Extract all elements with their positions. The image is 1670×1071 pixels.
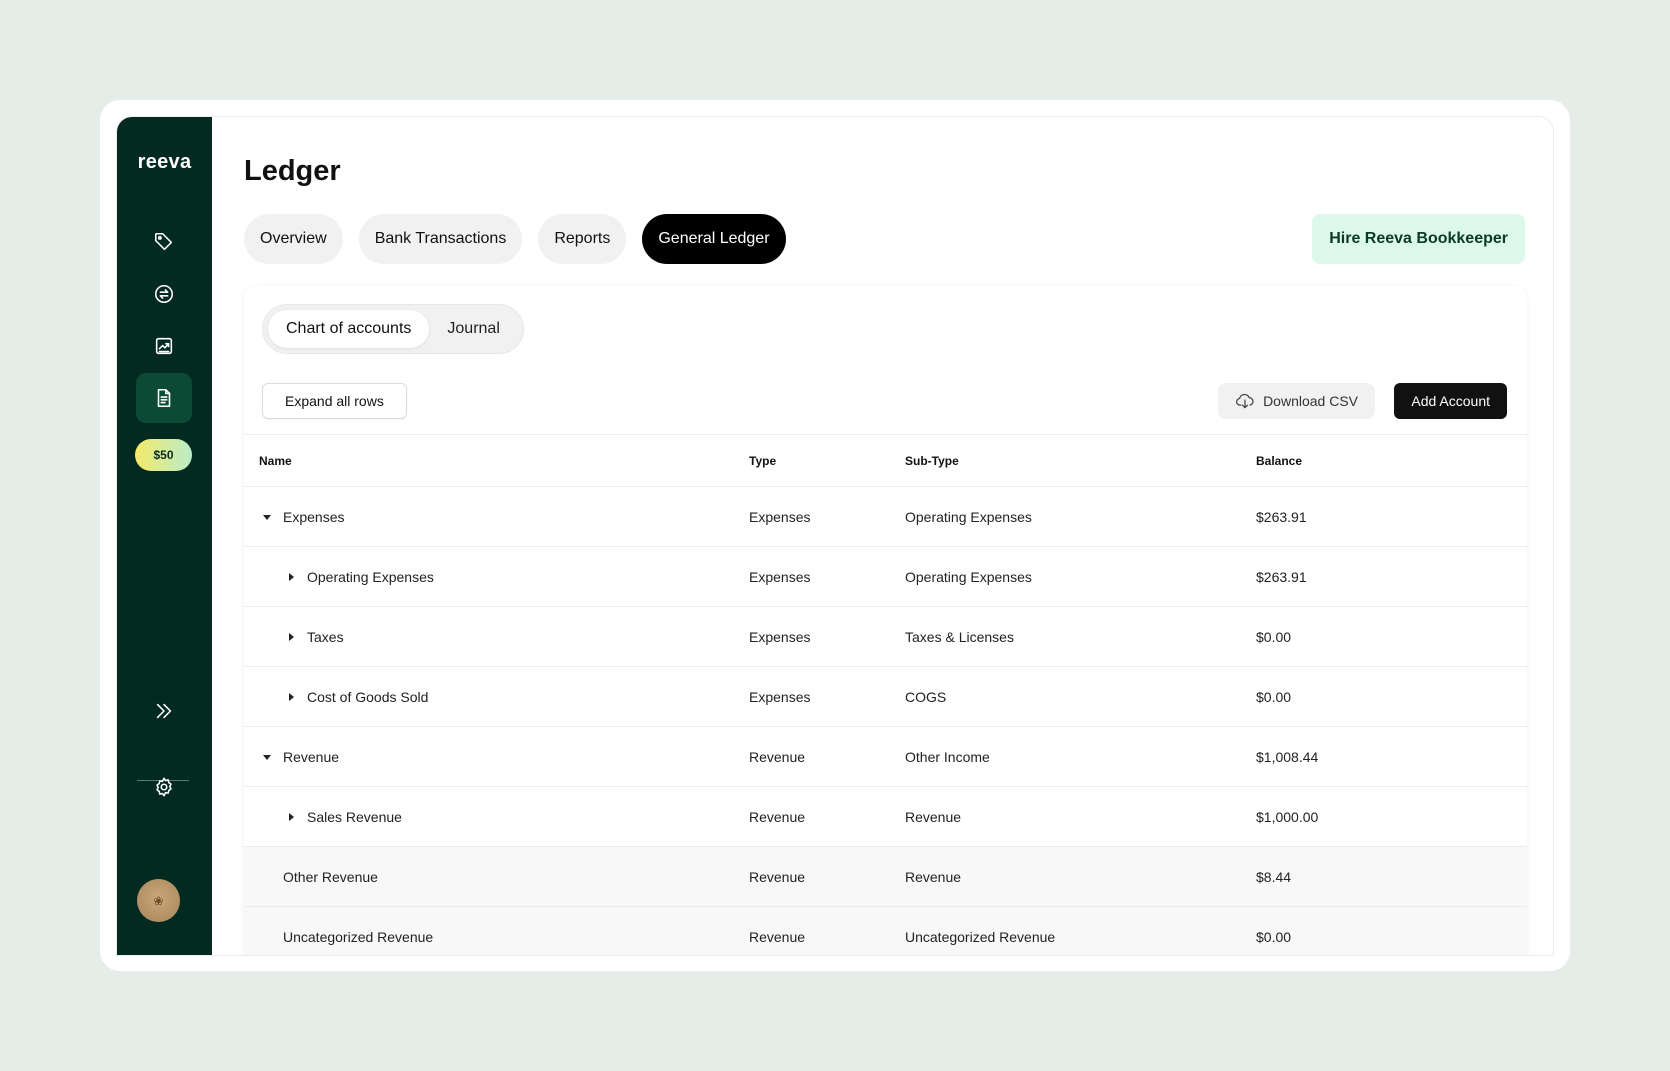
avatar-seal-icon: ❀ <box>153 893 164 908</box>
table-row[interactable]: Taxes Expenses Taxes & Licenses $0.00 <box>244 606 1527 666</box>
account-subtype: Operating Expenses <box>905 568 1032 585</box>
settings-button[interactable] <box>136 762 192 812</box>
header-subtype[interactable]: Sub-Type <box>905 454 1256 468</box>
expand-sidebar-button[interactable] <box>136 686 192 736</box>
account-name: Operating Expenses <box>307 568 434 585</box>
sidebar: reeva $50 ❀ <box>117 117 212 955</box>
add-account-button[interactable]: Add Account <box>1394 383 1507 419</box>
account-name: Cost of Goods Sold <box>307 688 429 705</box>
table-row[interactable]: Sales Revenue Revenue Revenue $1,000.00 <box>244 786 1527 846</box>
table-row[interactable]: Uncategorized Revenue Revenue Uncategori… <box>244 906 1527 955</box>
app-container: reeva $50 ❀ Ledger Overview Bank Transac… <box>116 116 1554 956</box>
account-subtype: Uncategorized Revenue <box>905 928 1056 945</box>
nav-tags[interactable] <box>136 217 192 267</box>
account-subtype: Revenue <box>905 868 962 885</box>
caret-down-icon[interactable] <box>259 509 275 525</box>
caret-right-icon[interactable] <box>283 569 299 585</box>
table-row[interactable]: Expenses Expenses Operating Expenses $26… <box>244 486 1527 546</box>
tab-general-ledger[interactable]: General Ledger <box>642 214 786 264</box>
double-chevron-right-icon <box>156 703 172 719</box>
account-type: Expenses <box>749 568 811 585</box>
table-row[interactable]: Cost of Goods Sold Expenses COGS $0.00 <box>244 666 1527 726</box>
account-name: Sales Revenue <box>307 808 402 825</box>
main-content: Ledger Overview Bank Transactions Report… <box>212 117 1553 955</box>
nav-transactions[interactable] <box>136 269 192 319</box>
header-type[interactable]: Type <box>749 454 905 468</box>
tab-bank-transactions[interactable]: Bank Transactions <box>358 214 523 264</box>
logo: reeva <box>137 151 192 173</box>
account-type: Expenses <box>749 508 811 525</box>
account-balance: $0.00 <box>1256 928 1292 945</box>
header-name[interactable]: Name <box>244 454 749 468</box>
download-csv-label: Download CSV <box>1263 393 1358 409</box>
page-title: Ledger <box>244 155 341 187</box>
accounts-table: Name Type Sub-Type Balance Expenses Expe… <box>244 434 1527 955</box>
nav-reports[interactable] <box>136 321 192 371</box>
ledger-card: Chart of accounts Journal Expand all row… <box>244 286 1527 955</box>
account-subtype: COGS <box>905 688 947 705</box>
avatar[interactable]: ❀ <box>137 879 180 922</box>
account-name: Other Revenue <box>283 868 378 885</box>
download-csv-button[interactable]: Download CSV <box>1218 383 1375 419</box>
account-balance: $0.00 <box>1256 628 1292 645</box>
tab-bar: Overview Bank Transactions Reports Gener… <box>244 214 786 264</box>
account-type: Revenue <box>749 748 806 765</box>
account-type: Revenue <box>749 928 806 945</box>
account-type: Expenses <box>749 688 811 705</box>
account-balance: $1,000.00 <box>1256 808 1319 825</box>
account-subtype: Operating Expenses <box>905 508 1032 525</box>
table-row[interactable]: Other Revenue Revenue Revenue $8.44 <box>244 846 1527 906</box>
account-subtype: Taxes & Licenses <box>905 628 1014 645</box>
account-type: Revenue <box>749 868 806 885</box>
nav-ledger[interactable] <box>136 373 192 423</box>
cloud-download-icon <box>1236 393 1254 409</box>
refresh-icon <box>154 284 174 304</box>
account-name: Revenue <box>283 748 340 765</box>
header-balance[interactable]: Balance <box>1256 454 1456 468</box>
account-subtype: Revenue <box>905 808 962 825</box>
subtab-bar: Chart of accounts Journal <box>262 304 524 354</box>
chart-icon <box>155 337 173 355</box>
account-balance: $8.44 <box>1256 868 1292 885</box>
account-balance: $0.00 <box>1256 688 1292 705</box>
tab-reports[interactable]: Reports <box>538 214 627 264</box>
account-type: Revenue <box>749 808 806 825</box>
account-balance: $263.91 <box>1256 568 1307 585</box>
subtab-chart-of-accounts[interactable]: Chart of accounts <box>268 310 430 348</box>
account-subtype: Other Income <box>905 748 990 765</box>
caret-down-icon[interactable] <box>259 749 275 765</box>
caret-right-icon[interactable] <box>283 689 299 705</box>
account-name: Taxes <box>307 628 344 645</box>
tab-overview[interactable]: Overview <box>244 214 343 264</box>
subtab-journal[interactable]: Journal <box>429 310 517 348</box>
credit-badge[interactable]: $50 <box>135 439 192 471</box>
table-row[interactable]: Revenue Revenue Other Income $1,008.44 <box>244 726 1527 786</box>
account-name: Expenses <box>283 508 345 525</box>
caret-right-icon[interactable] <box>283 809 299 825</box>
table-header: Name Type Sub-Type Balance <box>244 434 1527 486</box>
table-row[interactable]: Operating Expenses Expenses Operating Ex… <box>244 546 1527 606</box>
document-icon <box>157 388 171 408</box>
gear-icon <box>156 777 172 797</box>
hire-bookkeeper-button[interactable]: Hire Reeva Bookkeeper <box>1312 214 1525 264</box>
account-type: Expenses <box>749 628 811 645</box>
account-balance: $1,008.44 <box>1256 748 1319 765</box>
tag-icon <box>154 232 173 251</box>
caret-right-icon[interactable] <box>283 629 299 645</box>
window-frame: reeva $50 ❀ Ledger Overview Bank Transac… <box>100 100 1570 971</box>
account-balance: $263.91 <box>1256 508 1307 525</box>
expand-all-rows-button[interactable]: Expand all rows <box>262 383 407 419</box>
account-name: Uncategorized Revenue <box>283 928 434 945</box>
